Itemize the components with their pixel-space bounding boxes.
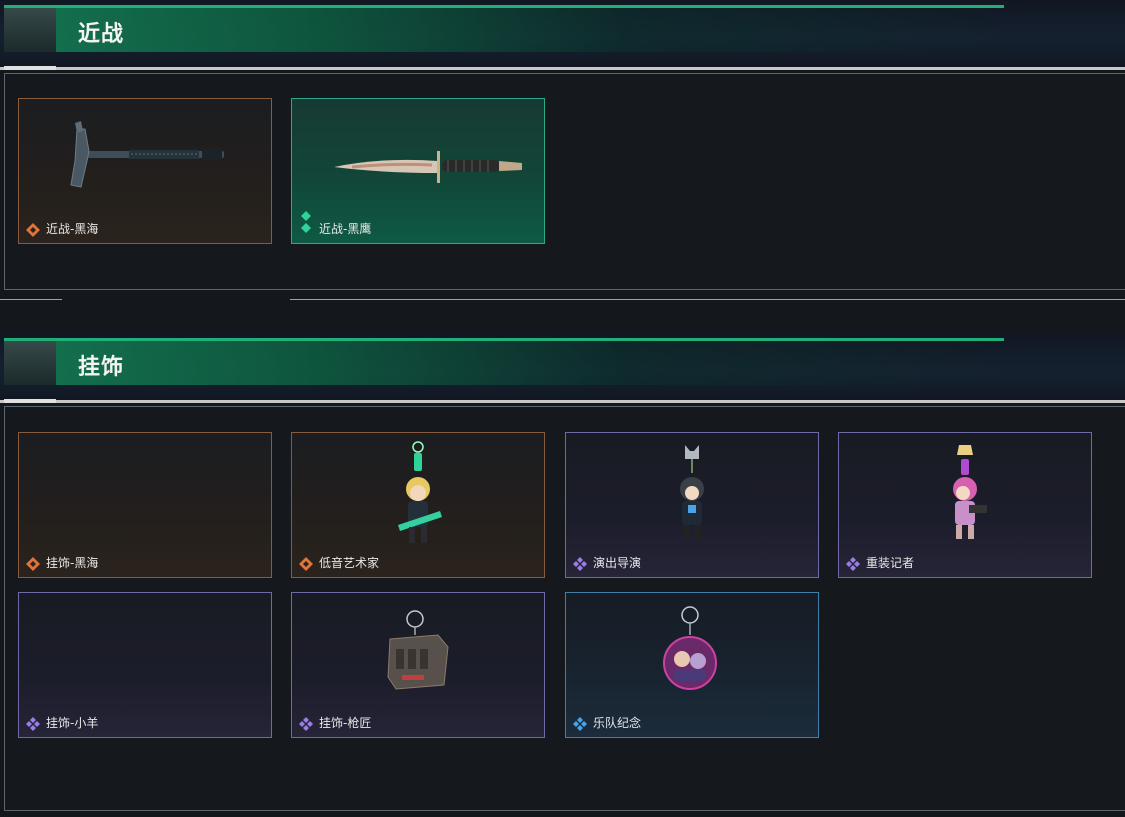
- item-label: 重装记者: [866, 556, 915, 570]
- band-badge-icon: [663, 606, 717, 690]
- section-tab: [4, 341, 56, 385]
- section-title: 挂饰: [78, 355, 125, 380]
- section-rule: [0, 399, 1125, 403]
- bassist-charm-icon: [398, 441, 442, 543]
- blue-diamond-icon: [573, 717, 587, 731]
- section-tab: [4, 8, 56, 52]
- item-card[interactable]: 演出导演: [565, 432, 819, 578]
- orange-diamond-icon: [299, 557, 313, 571]
- item-label: 挂饰-黑海: [46, 556, 99, 570]
- item-card[interactable]: 近战-黑海: [18, 98, 272, 244]
- item-label: 乐队纪念: [593, 716, 642, 730]
- item-label: 低音艺术家: [319, 556, 380, 570]
- purple-diamond-icon: [26, 717, 40, 731]
- item-card[interactable]: 低音艺术家: [291, 432, 545, 578]
- item-label: 挂饰-枪匠: [319, 716, 372, 730]
- knife-icon: [334, 151, 522, 183]
- section-rule: [0, 66, 1125, 70]
- gunsmith-charm-icon: [387, 610, 449, 690]
- item-label: 近战-黑鹰: [319, 222, 372, 236]
- orange-diamond-icon: [26, 557, 40, 571]
- purple-diamond-icon: [573, 557, 587, 571]
- director-charm-icon: [680, 445, 704, 539]
- item-card[interactable]: 重装记者: [838, 432, 1092, 578]
- item-card[interactable]: 挂饰-黑海: [18, 432, 272, 578]
- orange-diamond-icon: [26, 223, 40, 237]
- item-card-selected[interactable]: 近战-黑鹰: [291, 98, 545, 244]
- divider: [290, 299, 1125, 300]
- green-diamond-icon: [301, 211, 311, 233]
- item-label: 挂饰-小羊: [46, 716, 99, 730]
- item-card[interactable]: 挂饰-小羊: [18, 592, 272, 738]
- divider: [0, 299, 62, 300]
- item-card[interactable]: 挂饰-枪匠: [291, 592, 545, 738]
- hatchet-icon: [70, 121, 224, 188]
- item-label: 演出导演: [593, 556, 642, 570]
- purple-diamond-icon: [299, 717, 313, 731]
- item-label: 近战-黑海: [46, 222, 99, 236]
- reporter-charm-icon: [953, 445, 987, 539]
- section-header-melee: 近战: [4, 5, 1004, 52]
- section-title: 近战: [78, 22, 125, 47]
- item-card[interactable]: 乐队纪念: [565, 592, 819, 738]
- section-header-charms: 挂饰: [4, 338, 1004, 385]
- purple-diamond-icon: [846, 557, 860, 571]
